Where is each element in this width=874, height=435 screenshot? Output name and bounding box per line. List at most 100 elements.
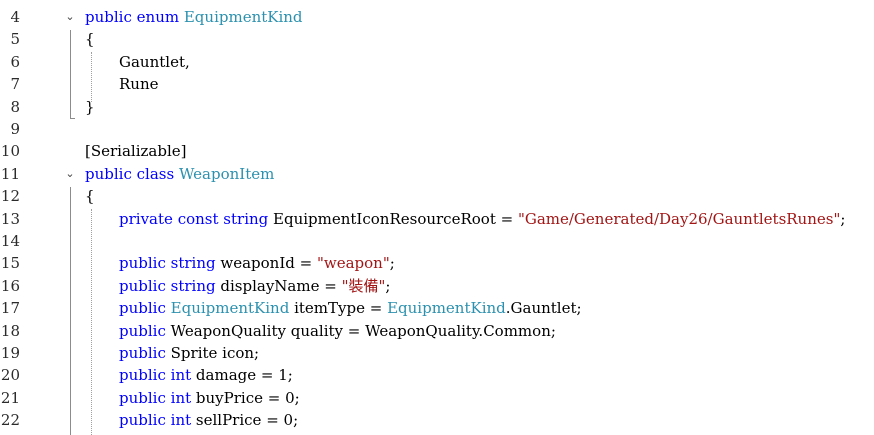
token-kw: public <box>119 299 166 318</box>
code-text: public string displayName = "裝備"; <box>119 275 390 297</box>
code-text: public int buyPrice = 0; <box>119 387 300 409</box>
token: Gauntlet, <box>119 52 190 71</box>
line-number: 19 <box>0 344 20 362</box>
token-kw: public <box>85 164 132 183</box>
code-line-20[interactable]: 20 public int damage = 1; <box>0 364 874 386</box>
token-kw: const <box>177 209 219 228</box>
code-editor[interactable]: 4 ⌄ public enum EquipmentKind 5{6 Gauntlet, 7… <box>0 0 874 435</box>
line-number: 16 <box>0 276 20 295</box>
token-type: EquipmentKind <box>387 299 506 318</box>
code-line-6[interactable]: 6 Gauntlet, <box>0 51 874 73</box>
line-number: 14 <box>0 232 20 250</box>
token-kw: int <box>170 388 192 407</box>
token-type: EquipmentKind <box>170 299 290 318</box>
indent-guide-class <box>91 209 92 435</box>
token: sellPrice = 0; <box>191 411 299 430</box>
code-line-18[interactable]: 18 public WeaponQuality quality = WeaponQ… <box>0 320 874 342</box>
code-text: { <box>85 185 95 207</box>
token: EquipmentIconResourceRoot = <box>268 209 518 228</box>
token-kw: string <box>223 209 269 228</box>
code-line-5[interactable]: 5{ <box>0 28 874 50</box>
code-line-8[interactable]: 8} <box>0 96 874 118</box>
code-line-12[interactable]: 12 { <box>0 185 874 207</box>
fold-range-enum <box>70 30 71 118</box>
indent-guide-enum <box>91 52 92 102</box>
line-number: 22 <box>0 411 20 430</box>
token: Sprite icon; <box>165 344 260 362</box>
code-text: [Serializable] <box>85 140 186 162</box>
token-kw: public <box>119 344 166 362</box>
code-text: public WeaponQuality quality = WeaponQua… <box>119 320 556 342</box>
code-line-22[interactable]: 22 public int sellPrice = 0; <box>0 409 874 431</box>
fold-range-enum-end <box>70 118 75 119</box>
code-text: public enum EquipmentKind <box>85 6 303 28</box>
line-number: 13 <box>0 209 20 228</box>
line-number: 17 <box>0 299 20 318</box>
code-text: public EquipmentKind itemType = Equipmen… <box>119 297 582 319</box>
token-kw: private <box>119 209 173 228</box>
token: itemType = <box>289 299 388 318</box>
token-str: "裝備" <box>341 276 386 295</box>
token: WeaponQuality quality = WeaponQuality.Co… <box>165 321 556 340</box>
token-str: "weapon" <box>316 254 390 273</box>
token-type: WeaponItem <box>178 164 275 183</box>
token-kw: string <box>170 254 216 273</box>
token: ; <box>385 276 391 295</box>
token: damage = 1; <box>191 366 293 385</box>
code-line-9[interactable]: 9 <box>0 118 874 140</box>
line-number: 7 <box>10 75 20 94</box>
line-number: 5 <box>10 30 20 49</box>
code-text: public Sprite icon; <box>119 342 259 364</box>
code-text: public int damage = 1; <box>119 364 293 386</box>
token-kw: int <box>170 411 192 430</box>
token-kw: public <box>119 254 166 273</box>
token-kw: string <box>170 276 216 295</box>
line-number: 20 <box>0 366 20 385</box>
token: } <box>85 97 95 116</box>
line-number: 10 <box>0 142 20 161</box>
line-number: 12 <box>0 187 20 206</box>
line-number: 11 <box>0 164 20 183</box>
token: Rune <box>119 75 159 94</box>
line-number: 6 <box>10 52 20 71</box>
token-str: "Game/Generated/Day26/GauntletsRunes" <box>517 209 841 228</box>
fold-chevron-icon[interactable]: ⌄ <box>64 6 76 28</box>
line-number: 8 <box>10 97 20 116</box>
code-text: private const string EquipmentIconResour… <box>119 208 845 230</box>
line-number: 15 <box>0 254 20 273</box>
code-line-14[interactable]: 14 <box>0 230 874 252</box>
code-text: Gauntlet, <box>119 51 190 73</box>
code-line-4[interactable]: 4 ⌄ public enum EquipmentKind <box>0 6 874 28</box>
fold-chevron-icon[interactable]: ⌄ <box>64 163 76 185</box>
token-kw: public <box>119 411 166 430</box>
token: displayName = <box>215 276 342 295</box>
token-kw: public <box>119 276 166 295</box>
code-line-19[interactable]: 19 public Sprite icon; <box>0 342 874 364</box>
code-text: public class WeaponItem <box>85 163 274 185</box>
token: weaponId = <box>215 254 317 273</box>
code-line-17[interactable]: 17 public EquipmentKind itemType = Equipm… <box>0 297 874 319</box>
code-line-21[interactable]: 21 public int buyPrice = 0; <box>0 387 874 409</box>
token-kw: public <box>85 8 132 26</box>
code-line-13[interactable]: 13 private const string EquipmentIconReso… <box>0 208 874 230</box>
token-kw: enum <box>136 8 180 26</box>
code-line-11[interactable]: 11 ⌄ public class WeaponItem <box>0 163 874 185</box>
code-text: public string weaponId = "weapon"; <box>119 252 395 274</box>
code-line-10[interactable]: 10 [Serializable] <box>0 140 874 162</box>
fold-range-class <box>70 187 71 435</box>
token: buyPrice = 0; <box>191 388 300 407</box>
token-type: EquipmentKind <box>183 8 303 26</box>
line-number: 18 <box>0 321 20 340</box>
token: ; <box>389 254 395 273</box>
token-kw: class <box>136 164 175 183</box>
token-kw: int <box>170 366 192 385</box>
code-line-15[interactable]: 15 public string weaponId = "weapon"; <box>0 252 874 274</box>
token: .Gauntlet; <box>505 299 582 318</box>
line-number: 21 <box>0 388 20 407</box>
line-number: 4 <box>10 8 20 26</box>
token: ; <box>840 209 846 228</box>
code-line-7[interactable]: 7 Rune <box>0 73 874 95</box>
code-text: } <box>85 96 95 118</box>
token-kw: public <box>119 366 166 385</box>
code-line-16[interactable]: 16 public string displayName = "裝備"; <box>0 275 874 297</box>
